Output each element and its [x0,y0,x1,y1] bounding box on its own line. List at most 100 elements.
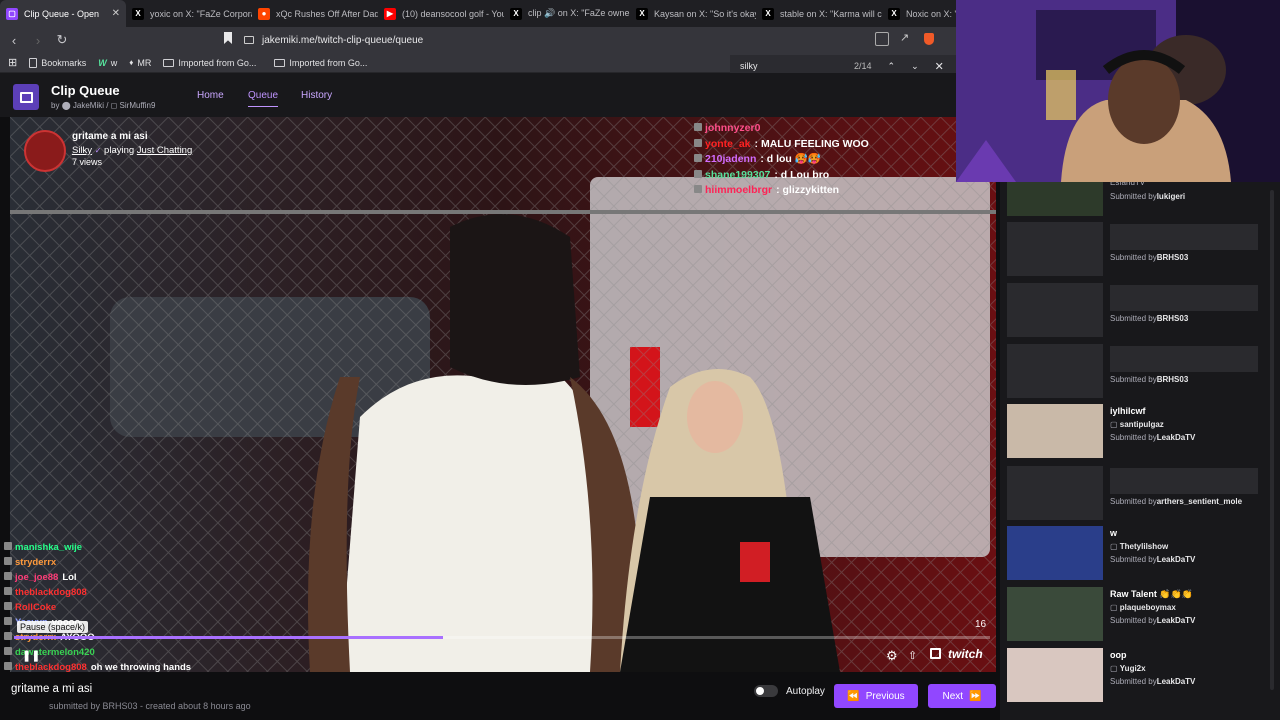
author-icon: ◻ [110,101,118,110]
queue-submitter: Submitted byLeakDaTV [1110,677,1195,686]
queue-title-placeholder [1110,346,1258,372]
x-icon: X [888,7,900,20]
playing-label: playing [104,145,135,156]
app-header [0,73,1000,117]
github-icon: ⬤ [61,101,71,110]
nav-home[interactable]: Home [197,90,224,101]
find-next-icon[interactable]: ⌄ [911,61,919,72]
close-tab-icon[interactable]: ✕ [112,8,120,19]
queue-thumbnail [1007,180,1103,216]
chat-badge-icon [4,662,12,670]
find-close-icon[interactable]: ✕ [935,60,944,73]
mr-icon: ♦ [129,58,134,67]
submitted-by-label: Submitted by [1110,497,1157,506]
address-bar[interactable]: jakemiki.me/twitch-clip-queue/queue [244,30,894,50]
find-input[interactable]: silky [740,61,840,71]
bookmark-folder[interactable]: Imported from Go... [274,58,367,68]
submitter-name: LeakDaTV [1156,616,1196,625]
back-icon[interactable]: ‹ [4,33,24,48]
twitch-logo[interactable]: twitch [948,647,983,661]
apps-grid-icon[interactable]: ⊞ [8,56,17,69]
browser-tab[interactable]: Xyoxic on X: "FaZe Corporat [126,0,252,27]
queue-item[interactable]: w ▢ Thetylilshow Submitted byLeakDaTV [1007,526,1267,584]
queue-item[interactable]: Raw Talent 👏👏👏 ▢ plaqueboymax Submitted by… [1007,587,1267,645]
author-link[interactable]: JakeMiki [73,101,104,110]
bookmark-folder[interactable]: Imported from Go... [163,58,256,68]
chat-badge-icon [4,647,12,655]
bookmark-icon[interactable] [224,32,232,44]
clip-queue-logo-icon[interactable] [13,84,39,110]
app-authors: by ⬤ JakeMiki / ◻ SirMuffin9 [51,101,156,110]
forward-icon[interactable]: › [28,33,48,48]
author-link[interactable]: SirMuffin9 [120,101,156,110]
tab-view-icon[interactable] [875,32,889,46]
submitter-name: LeakDaTV [1156,677,1196,686]
queue-title: oop [1110,650,1127,660]
browser-tab[interactable]: Xstable on X: "Karma will ca [756,0,882,27]
chat-badge-icon [4,542,12,550]
submitted-by-label: Submitted by [1110,677,1157,686]
reload-icon[interactable]: ↻ [52,32,72,48]
category-link[interactable]: Just Chatting [137,145,192,156]
tab-title: xQc Rushes Off After Dad [276,8,378,19]
channel-icon: ▢ [1110,664,1120,673]
queue-item[interactable]: Submitted byBRHS03 [1007,344,1267,402]
chat-username: manishka_wije [15,542,83,553]
site-info-icon[interactable] [244,36,254,44]
x-icon: X [132,7,144,20]
chat-badge-icon [4,632,12,640]
brave-shield-icon[interactable] [924,33,934,45]
play-pause-icon[interactable]: ❚❚ [22,649,40,662]
browser-tab[interactable]: ▢ Clip Queue - Open ✕ [0,0,126,27]
streamer-name[interactable]: Silky [72,145,92,156]
queue-item[interactable]: Submitted byBRHS03 [1007,283,1267,341]
queue-thumbnail [1007,466,1103,520]
find-prev-icon[interactable]: ⌃ [888,61,896,72]
browser-tab[interactable]: Xclip 🔊 on X: "FaZe owner [504,0,630,27]
chat-message: stryderrx [4,555,191,570]
share-icon[interactable]: ↗ [900,31,909,44]
queue-item[interactable]: Submitted byarthers_sentient_mole [1007,466,1267,524]
submitted-by-label: Submitted by [1110,555,1157,564]
browser-tab[interactable]: X Kaysan on X: "So it's okay [630,0,756,27]
chat-badge-icon [694,123,702,131]
youtube-icon: ▶ [384,7,396,20]
tab-title: stable on X: "Karma will ca [780,8,882,19]
chat-message: yonte_ak: MALU FEELING WOO [694,137,869,153]
tab-title: Noxic on X: " [906,8,958,19]
bookmark-item[interactable]: ♦ MR [129,58,151,68]
chat-username: hiimmoelbrgr [705,184,773,196]
browser-tab[interactable]: ● xQc Rushes Off After Dad [252,0,378,27]
queue-channel: ▢ Yugi2x [1110,664,1146,673]
chat-username: shane199307 [705,168,771,181]
settings-icon[interactable]: ⚙ [886,648,898,664]
previous-button[interactable]: ⏪ Previous [834,684,918,708]
browser-tab[interactable]: ▶ (10) deansocool golf - You [378,0,504,27]
queue-title: iylhilcwf [1110,406,1146,416]
queue-item[interactable]: oop ▢ Yugi2x Submitted byLeakDaTV [1007,648,1267,706]
queue-item[interactable]: Submitted byBRHS03 [1007,222,1267,280]
nav-queue[interactable]: Queue [248,90,279,107]
fullscreen-icon[interactable] [930,648,941,659]
sidebar-scrollbar[interactable] [1270,190,1274,690]
tab-title: Clip Queue - Open [24,8,100,19]
autoplay-toggle[interactable] [754,685,778,697]
chat-text: Lol [62,572,77,583]
nav-history[interactable]: History [301,90,332,101]
streamer-avatar[interactable] [24,130,66,172]
reddit-icon: ● [258,7,270,20]
submitter-name: BRHS03 [1156,253,1189,262]
bookmark-item[interactable]: Ww [98,58,117,68]
chat-username: RollCoke [15,602,57,613]
submitter-name: LeakDaTV [1156,433,1196,442]
submitted-by-label: Submitted by [1110,314,1157,323]
next-button[interactable]: Next ⏩ [928,684,996,708]
by-label: by [51,101,60,110]
video-progress-bar[interactable] [14,636,990,639]
share-clip-icon[interactable]: ⇧ [908,649,917,662]
chat-badge-icon [694,185,702,193]
chat-badge-icon [694,169,702,178]
chat-badge-icon [694,138,702,147]
queue-item[interactable]: iylhilcwf ▢ santipulgaz Submitted byLeakDa… [1007,404,1267,462]
bookmark-item[interactable]: Bookmarks [29,57,86,68]
